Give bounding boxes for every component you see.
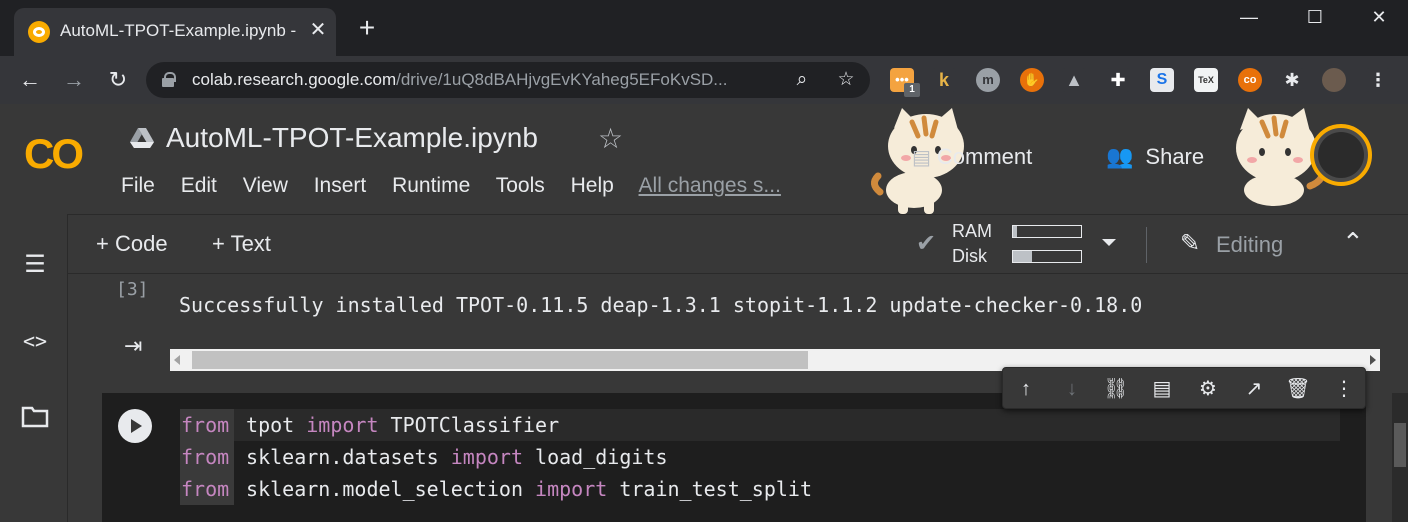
user-avatar[interactable] <box>1310 124 1372 186</box>
comment-icon: ▤ <box>912 147 931 169</box>
menu-runtime[interactable]: Runtime <box>392 174 470 197</box>
toolbar-divider <box>1146 227 1147 263</box>
code-cell[interactable]: from tpot import TPOTClassifier from skl… <box>102 393 1366 522</box>
browser-tab[interactable]: AutoML-TPOT-Example.ipynb - C ✕ <box>14 8 336 56</box>
files-icon[interactable] <box>20 404 50 434</box>
disk-usage-bar[interactable] <box>1012 250 1082 263</box>
extension-plus-icon[interactable]: ✚ <box>1106 68 1130 92</box>
extensions-puzzle-icon[interactable]: ✱ <box>1280 68 1304 92</box>
editing-mode-button[interactable]: Editing <box>1216 232 1283 258</box>
edit-pencil-icon: ✎ <box>1180 230 1201 257</box>
extension-colab-icon[interactable]: co <box>1238 68 1262 92</box>
scroll-right-icon[interactable] <box>1370 355 1376 365</box>
delete-icon[interactable]: 🗑 <box>1285 376 1311 402</box>
disk-usage-fill <box>1013 251 1033 262</box>
comment-button[interactable]: ▤ Comment <box>912 144 1032 170</box>
extension-graduation-icon[interactable]: ▲ <box>1062 68 1086 92</box>
save-status-link[interactable]: All changes s... <box>639 174 781 197</box>
tab-title: AutoML-TPOT-Example.ipynb - C <box>60 21 300 40</box>
minimize-icon[interactable]: — <box>1226 4 1272 30</box>
add-text-button[interactable]: + Text <box>212 231 271 257</box>
forward-icon[interactable]: → <box>60 66 88 94</box>
arrow-up-icon[interactable]: ↑ <box>1013 376 1039 402</box>
runtime-dropdown-icon[interactable] <box>1102 239 1116 246</box>
menu-help[interactable]: Help <box>571 174 614 197</box>
colab-logo[interactable]: CO <box>24 130 84 178</box>
connected-check-icon: ✔ <box>916 230 937 257</box>
profile-avatar-icon[interactable] <box>1322 68 1346 92</box>
extension-m-icon[interactable]: m <box>976 68 1000 92</box>
settings-icon[interactable]: ⚙ <box>1195 376 1221 402</box>
zoom-icon[interactable]: ⌕ <box>790 68 814 92</box>
close-window-icon[interactable]: ✕ <box>1356 4 1402 30</box>
extension-badge: 1 <box>904 83 920 97</box>
code-snippets-icon[interactable]: <> <box>20 326 50 356</box>
notebook-toolbar: + Code + Text ✔ RAM Disk ✎ Editing ⌃ <box>68 214 1408 274</box>
table-of-contents-icon[interactable]: ☰ <box>20 250 50 280</box>
notebook-title[interactable]: AutoML-TPOT-Example.ipynb <box>166 122 538 154</box>
code-line[interactable]: from sklearn.model_selection import trai… <box>180 473 1340 505</box>
open-in-new-icon[interactable]: ↗ <box>1241 376 1267 402</box>
extension-chat-icon[interactable]: ••• 1 <box>890 68 920 97</box>
cell-action-toolbar: ↑ ↓ ⛓ ▤ ⚙ ↗ 🗑 ⋮ <box>1002 367 1366 409</box>
add-code-button[interactable]: + Code <box>96 231 168 257</box>
menu-file[interactable]: File <box>121 174 155 197</box>
avatar-photo <box>1318 132 1364 178</box>
ram-usage-fill <box>1013 226 1018 237</box>
menu-edit[interactable]: Edit <box>181 174 217 197</box>
code-editor[interactable]: from tpot import TPOTClassifier from skl… <box>180 393 1352 522</box>
menu-tools[interactable]: Tools <box>496 174 545 197</box>
extension-hand-icon[interactable]: ✋ <box>1020 68 1044 92</box>
browser-menu-icon[interactable]: ⋮ <box>1366 68 1390 92</box>
menu-insert[interactable]: Insert <box>314 174 367 197</box>
collapse-header-icon[interactable]: ⌃ <box>1342 227 1364 258</box>
output-actions-icon[interactable]: ⇥ <box>124 333 142 359</box>
colab-favicon-icon <box>28 21 50 43</box>
reload-icon[interactable]: ↻ <box>104 66 132 94</box>
star-notebook-icon[interactable]: ☆ <box>598 122 623 155</box>
code-line[interactable]: from sklearn.datasets import load_digits <box>180 441 1340 473</box>
share-people-icon: 👥 <box>1106 144 1134 169</box>
notebook-area: [3] Successfully installed TPOT-0.11.5 d… <box>68 275 1408 522</box>
tab-close-icon[interactable]: ✕ <box>306 18 330 42</box>
more-vert-icon[interactable]: ⋮ <box>1331 376 1357 402</box>
lock-icon <box>162 72 176 87</box>
disk-label: Disk <box>952 246 987 266</box>
run-cell-button[interactable] <box>118 409 152 443</box>
extension-tex-icon[interactable]: TeX <box>1194 68 1218 92</box>
page-scrollbar[interactable] <box>1392 393 1408 522</box>
comment-icon[interactable]: ▤ <box>1149 376 1175 402</box>
maximize-icon[interactable]: ☐ <box>1292 4 1338 30</box>
address-bar[interactable]: colab.research.google.com/drive/1uQ8dBAH… <box>146 62 870 98</box>
colab-header: CO AutoML-TPOT-Example.ipynb ☆ File Edit… <box>0 104 1408 214</box>
menu-view[interactable]: View <box>243 174 288 197</box>
ram-usage-bar[interactable] <box>1012 225 1082 238</box>
bookmark-star-icon[interactable]: ☆ <box>834 68 858 92</box>
code-line[interactable]: from tpot import TPOTClassifier <box>180 409 1340 441</box>
extension-s-icon[interactable]: S <box>1150 68 1174 92</box>
link-icon[interactable]: ⛓ <box>1103 376 1129 402</box>
menu-bar: File Edit View Insert Runtime Tools Help… <box>121 174 801 198</box>
arrow-down-icon[interactable]: ↓ <box>1059 376 1085 402</box>
url-text: colab.research.google.com/drive/1uQ8dBAH… <box>192 70 728 89</box>
share-button[interactable]: 👥 Share <box>1106 144 1204 170</box>
page-scrollbar-thumb[interactable] <box>1394 423 1406 467</box>
browser-toolbar: ← → ↻ colab.research.google.com/drive/1u… <box>0 56 1408 104</box>
back-icon[interactable]: ← <box>16 66 44 94</box>
scroll-left-icon[interactable] <box>174 355 180 365</box>
cell-output-text: Successfully installed TPOT-0.11.5 deap-… <box>179 293 1143 317</box>
browser-tab-strip: AutoML-TPOT-Example.ipynb - C ✕ + — ☐ ✕ <box>0 0 1408 56</box>
left-sidebar: ☰ <> <box>0 214 68 522</box>
extension-k-icon[interactable]: k <box>932 68 956 92</box>
new-tab-icon[interactable]: + <box>354 14 380 42</box>
ram-label: RAM <box>952 221 992 241</box>
google-drive-icon[interactable] <box>130 128 154 148</box>
scrollbar-thumb[interactable] <box>192 351 808 369</box>
execution-count: [3] <box>116 279 149 300</box>
